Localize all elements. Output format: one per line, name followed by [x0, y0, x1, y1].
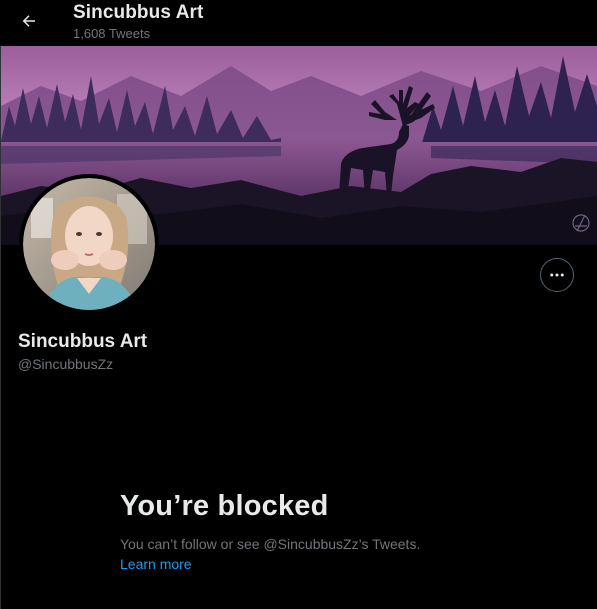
blocked-message: You can’t follow or see @SincubbusZz’s T…: [120, 536, 421, 552]
back-button[interactable]: [12, 4, 46, 38]
blocked-title: You’re blocked: [120, 490, 329, 522]
learn-more-link[interactable]: Learn more: [120, 556, 192, 572]
more-options-button[interactable]: [540, 258, 574, 292]
profile-header: Sincubbus Art 1,608 Tweets: [0, 0, 597, 46]
avatar-image: [23, 178, 155, 310]
profile-handle: @SincubbusZz: [18, 356, 114, 372]
tweet-count: 1,608 Tweets: [73, 26, 151, 41]
profile-avatar[interactable]: [19, 174, 159, 314]
profile-name: Sincubbus Art: [18, 331, 148, 352]
header-title: Sincubbus Art: [73, 2, 204, 23]
arrow-left-icon: [22, 15, 35, 27]
more-horizontal-icon: [550, 273, 564, 277]
